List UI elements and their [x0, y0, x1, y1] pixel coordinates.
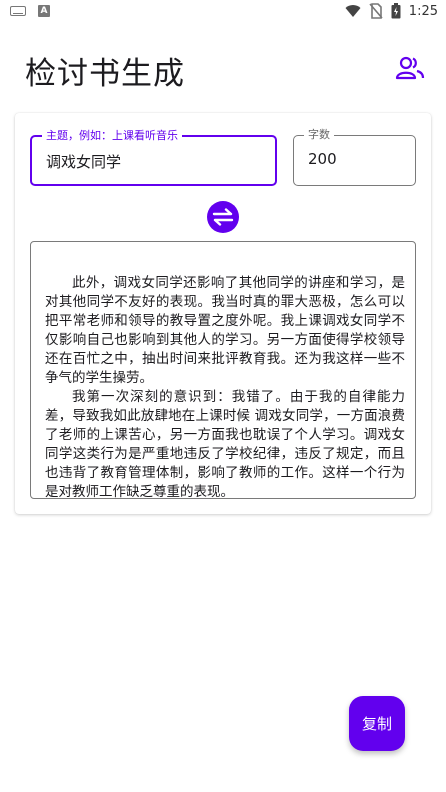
essay-output-box[interactable]: 此外，调戏女同学还影响了其他同学的讲座和学习，是对其他同学不友好的表现。我当时真…: [30, 241, 416, 502]
topic-field[interactable]: 主题，例如：上课看听音乐 调戏女同学: [30, 128, 277, 186]
word-count-field[interactable]: 字数 200: [293, 127, 416, 186]
swap-icon: [212, 208, 234, 226]
no-sim-icon: [369, 3, 383, 19]
battery-icon: [391, 3, 401, 19]
word-count-label: 字数: [304, 127, 334, 143]
essay-paragraph: 此外，调戏女同学还影响了其他同学的讲座和学习，是对其他同学不友好的表现。我当时真…: [45, 275, 405, 386]
page-title: 检讨书生成: [25, 56, 185, 92]
generator-card: 主题，例如：上课看听音乐 调戏女同学 字数 200 此外，调戏女同学还影响了其他…: [15, 113, 431, 514]
status-bar: A 1:25: [0, 0, 446, 24]
essay-paragraph: 我第一次深刻的意识到：我错了。由于我的自律能力差，导致我如此放肆地在上课时候 调…: [45, 389, 405, 500]
a-badge-icon: A: [38, 5, 50, 17]
topic-field-label: 主题，例如：上课看听音乐: [42, 128, 182, 144]
status-time: 1:25: [408, 3, 438, 19]
people-button[interactable]: [394, 54, 426, 82]
people-icon: [395, 56, 425, 80]
topic-input[interactable]: 调戏女同学: [46, 151, 253, 172]
wifi-icon: [345, 5, 361, 18]
generate-swap-button[interactable]: [207, 201, 239, 233]
copy-button[interactable]: 复制: [349, 696, 405, 751]
essay-text: 此外，调戏女同学还影响了其他同学的讲座和学习，是对其他同学不友好的表现。我当时真…: [45, 274, 405, 502]
word-count-input[interactable]: 200: [308, 150, 411, 168]
keyboard-icon: [10, 6, 26, 16]
